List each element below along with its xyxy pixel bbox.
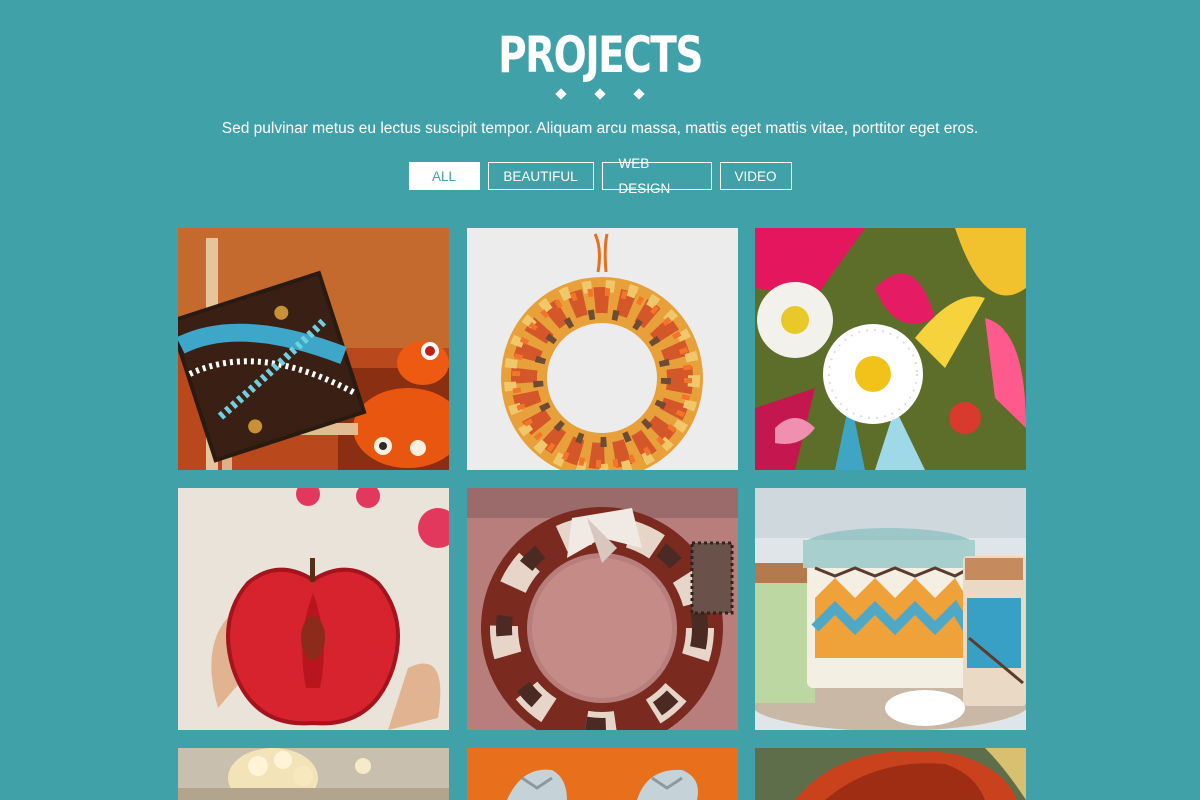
project-image-necktie-wreath [467, 488, 738, 730]
project-tile[interactable] [178, 228, 449, 470]
project-tile[interactable] [467, 748, 738, 800]
project-image-red-hair [755, 748, 1026, 800]
filter-video-button[interactable]: VIDEO [719, 162, 792, 190]
diamond-ornament [594, 88, 606, 100]
project-tile[interactable] [467, 228, 738, 470]
project-image-toy-drums [755, 488, 1026, 730]
title-divider [0, 88, 1200, 100]
diamond-ornament [555, 88, 567, 100]
project-image-red-apple [178, 488, 449, 730]
filter-beautiful-button[interactable]: BEAUTIFUL [487, 162, 594, 190]
project-tile[interactable] [755, 488, 1026, 730]
project-image-dot-painting [178, 228, 449, 470]
project-tile[interactable] [755, 748, 1026, 800]
project-image-cat-plush [467, 748, 738, 800]
project-image-popcorn [178, 748, 449, 800]
diamond-ornament [633, 88, 645, 100]
project-tile[interactable] [755, 228, 1026, 470]
project-image-paper-flowers [755, 228, 1026, 470]
section-subtitle: Sed pulvinar metus eu lectus suscipit te… [221, 120, 979, 137]
filter-web-design-button[interactable]: WEB DESIGN [601, 156, 712, 196]
project-tile[interactable] [467, 488, 738, 730]
page-title: PROJECTS [498, 26, 703, 84]
project-image-fabric-wreath [467, 228, 738, 470]
filter-all-button[interactable]: ALL [408, 162, 480, 190]
filter-bar: ALL BEAUTIFUL WEB DESIGN VIDEO [0, 156, 1200, 196]
project-tile[interactable] [178, 748, 449, 800]
project-tile[interactable] [178, 488, 449, 730]
